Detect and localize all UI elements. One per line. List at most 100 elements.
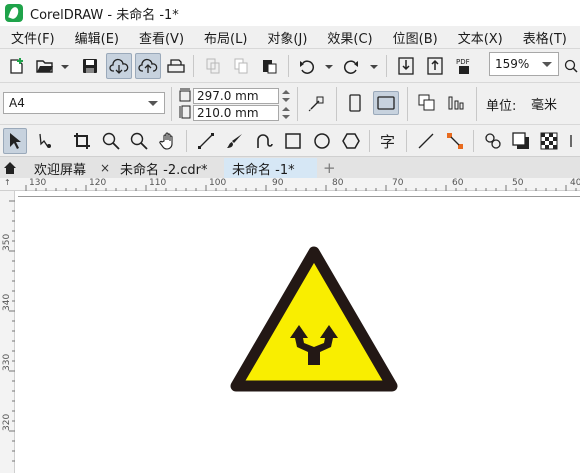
toolbar-separator xyxy=(406,130,407,152)
paste-icon[interactable] xyxy=(258,56,280,76)
toolbar-separator xyxy=(336,87,337,121)
cloud-upload-icon[interactable] xyxy=(135,53,161,79)
portrait-icon[interactable] xyxy=(344,92,366,114)
units-label: 单位: xyxy=(486,99,517,114)
crop-tool-icon[interactable] xyxy=(70,130,94,152)
window-title: CorelDRAW - 未命名 -1* xyxy=(30,7,179,23)
zoom-level-value: 159% xyxy=(495,57,530,71)
tab-untitled-1[interactable]: 未命名 -1* xyxy=(224,158,317,178)
page-height-icon xyxy=(178,104,192,120)
units-value: 毫米 xyxy=(531,97,558,113)
zoom-out-tool-icon[interactable] xyxy=(127,130,151,152)
new-tab-button[interactable]: + xyxy=(318,158,340,178)
toolbox: 字 xyxy=(0,124,580,156)
home-icon[interactable] xyxy=(2,159,18,177)
cut-icon[interactable] xyxy=(202,56,224,76)
artistic-media-tool-icon[interactable] xyxy=(223,130,247,152)
print-icon[interactable] xyxy=(165,56,187,76)
svg-text:字: 字 xyxy=(380,133,395,150)
ruler-ticks xyxy=(25,185,577,191)
connector-tool-icon[interactable] xyxy=(443,130,467,152)
page-width-value: 297.0 mm xyxy=(197,89,259,103)
freehand-tool-icon[interactable] xyxy=(194,130,218,152)
menu-view[interactable]: 查看(V) xyxy=(128,28,193,47)
property-bar: A4 297.0 mm 210.0 mm 单位: 毫米 xyxy=(0,82,580,124)
title-bar: CorelDRAW - 未命名 -1* xyxy=(0,0,580,26)
new-document-icon[interactable] xyxy=(6,56,28,76)
vertical-ruler: 350 340 330 320 xyxy=(0,191,15,473)
menu-effects[interactable]: 效果(C) xyxy=(316,28,381,47)
units-select[interactable]: 毫米 xyxy=(528,92,580,114)
open-folder-icon[interactable] xyxy=(34,56,56,76)
warning-triangle xyxy=(230,246,398,392)
page-orientation-tool-icon[interactable] xyxy=(306,92,328,114)
copy-icon[interactable] xyxy=(230,56,252,76)
pick-tool-icon[interactable] xyxy=(3,128,27,154)
warning-sign[interactable] xyxy=(228,243,400,395)
document-tab-bar: 欢迎屏幕 × 未命名 -2.cdr* 未命名 -1* + xyxy=(0,156,580,178)
zoom-in-tool-icon[interactable] xyxy=(99,130,123,152)
tab-welcome-close-icon[interactable]: × xyxy=(100,161,110,175)
zoom-level-combo[interactable]: 159% xyxy=(489,52,559,76)
pan-tool-icon[interactable] xyxy=(156,130,180,152)
toolbar-separator xyxy=(476,87,477,121)
export-icon[interactable] xyxy=(424,56,446,76)
all-pages-icon[interactable] xyxy=(415,92,439,114)
page-size-dropdown-icon[interactable] xyxy=(148,101,158,106)
page-width-spinner[interactable] xyxy=(280,88,292,104)
page-height-field[interactable]: 210.0 mm xyxy=(193,105,279,121)
pdf-icon[interactable]: PDF xyxy=(453,55,477,77)
ruler-ticks xyxy=(9,200,15,462)
menu-file[interactable]: 文件(F) xyxy=(0,28,64,47)
toolbar-separator xyxy=(193,55,194,77)
redo-icon[interactable] xyxy=(340,56,362,76)
open-dropdown-icon[interactable] xyxy=(61,65,69,69)
save-icon[interactable] xyxy=(79,56,101,76)
drop-shadow-tool-icon[interactable] xyxy=(509,130,533,152)
menu-table[interactable]: 表格(T) xyxy=(512,28,576,47)
polygon-tool-icon[interactable] xyxy=(339,130,363,152)
toolbar-separator xyxy=(297,87,298,121)
tab-welcome-screen[interactable]: 欢迎屏幕 × xyxy=(26,158,114,178)
current-page-icon[interactable] xyxy=(444,92,468,114)
menu-bitmaps[interactable]: 位图(B) xyxy=(382,28,447,47)
tab-untitled-2-label: 未命名 -2.cdr* xyxy=(120,162,208,178)
tab-welcome-label: 欢迎屏幕 xyxy=(34,162,87,178)
import-icon[interactable] xyxy=(395,56,417,76)
horizontal-ruler: ↑ 130 120 110 100 90 80 70 60 50 40 xyxy=(0,178,580,191)
tab-untitled-1-label: 未命名 -1* xyxy=(232,162,295,178)
page-width-icon xyxy=(178,87,192,103)
menu-object[interactable]: 对象(J) xyxy=(256,28,316,47)
undo-icon[interactable] xyxy=(296,56,318,76)
page-size-select[interactable]: A4 xyxy=(3,92,165,114)
menu-text[interactable]: 文本(X) xyxy=(447,28,512,47)
page-height-value: 210.0 mm xyxy=(197,106,259,120)
menu-layout[interactable]: 布局(L) xyxy=(193,28,256,47)
page-height-spinner[interactable] xyxy=(280,105,292,121)
redo-dropdown-icon[interactable] xyxy=(370,65,378,69)
undo-dropdown-icon[interactable] xyxy=(325,65,333,69)
rectangle-tool-icon[interactable] xyxy=(281,130,305,152)
page-border xyxy=(18,196,580,197)
toolbar-separator xyxy=(288,55,289,77)
toolbar-separator xyxy=(186,130,187,152)
shape-tool-icon[interactable] xyxy=(33,130,57,152)
zoom-dropdown-icon[interactable] xyxy=(542,62,552,67)
pen-curve-tool-icon[interactable] xyxy=(252,130,276,152)
page-width-field[interactable]: 297.0 mm xyxy=(193,88,279,104)
toolbar-separator xyxy=(369,130,370,152)
transparency-tool-icon[interactable] xyxy=(537,130,561,152)
text-tool-icon[interactable]: 字 xyxy=(376,130,400,152)
color-eyedropper-tool-icon[interactable] xyxy=(566,130,580,152)
ellipse-tool-icon[interactable] xyxy=(310,130,334,152)
tab-untitled-2[interactable]: 未命名 -2.cdr* xyxy=(112,158,218,178)
svg-text:PDF: PDF xyxy=(456,58,470,66)
landscape-icon[interactable] xyxy=(373,91,399,115)
page-size-value: A4 xyxy=(9,96,25,110)
toolbar-separator xyxy=(407,87,408,121)
blend-tool-icon[interactable] xyxy=(481,130,505,152)
menu-edit[interactable]: 编辑(E) xyxy=(64,28,128,47)
cloud-download-icon[interactable] xyxy=(106,53,132,79)
parallel-dimension-tool-icon[interactable] xyxy=(414,130,438,152)
zoom-tool-icon[interactable] xyxy=(563,56,579,76)
